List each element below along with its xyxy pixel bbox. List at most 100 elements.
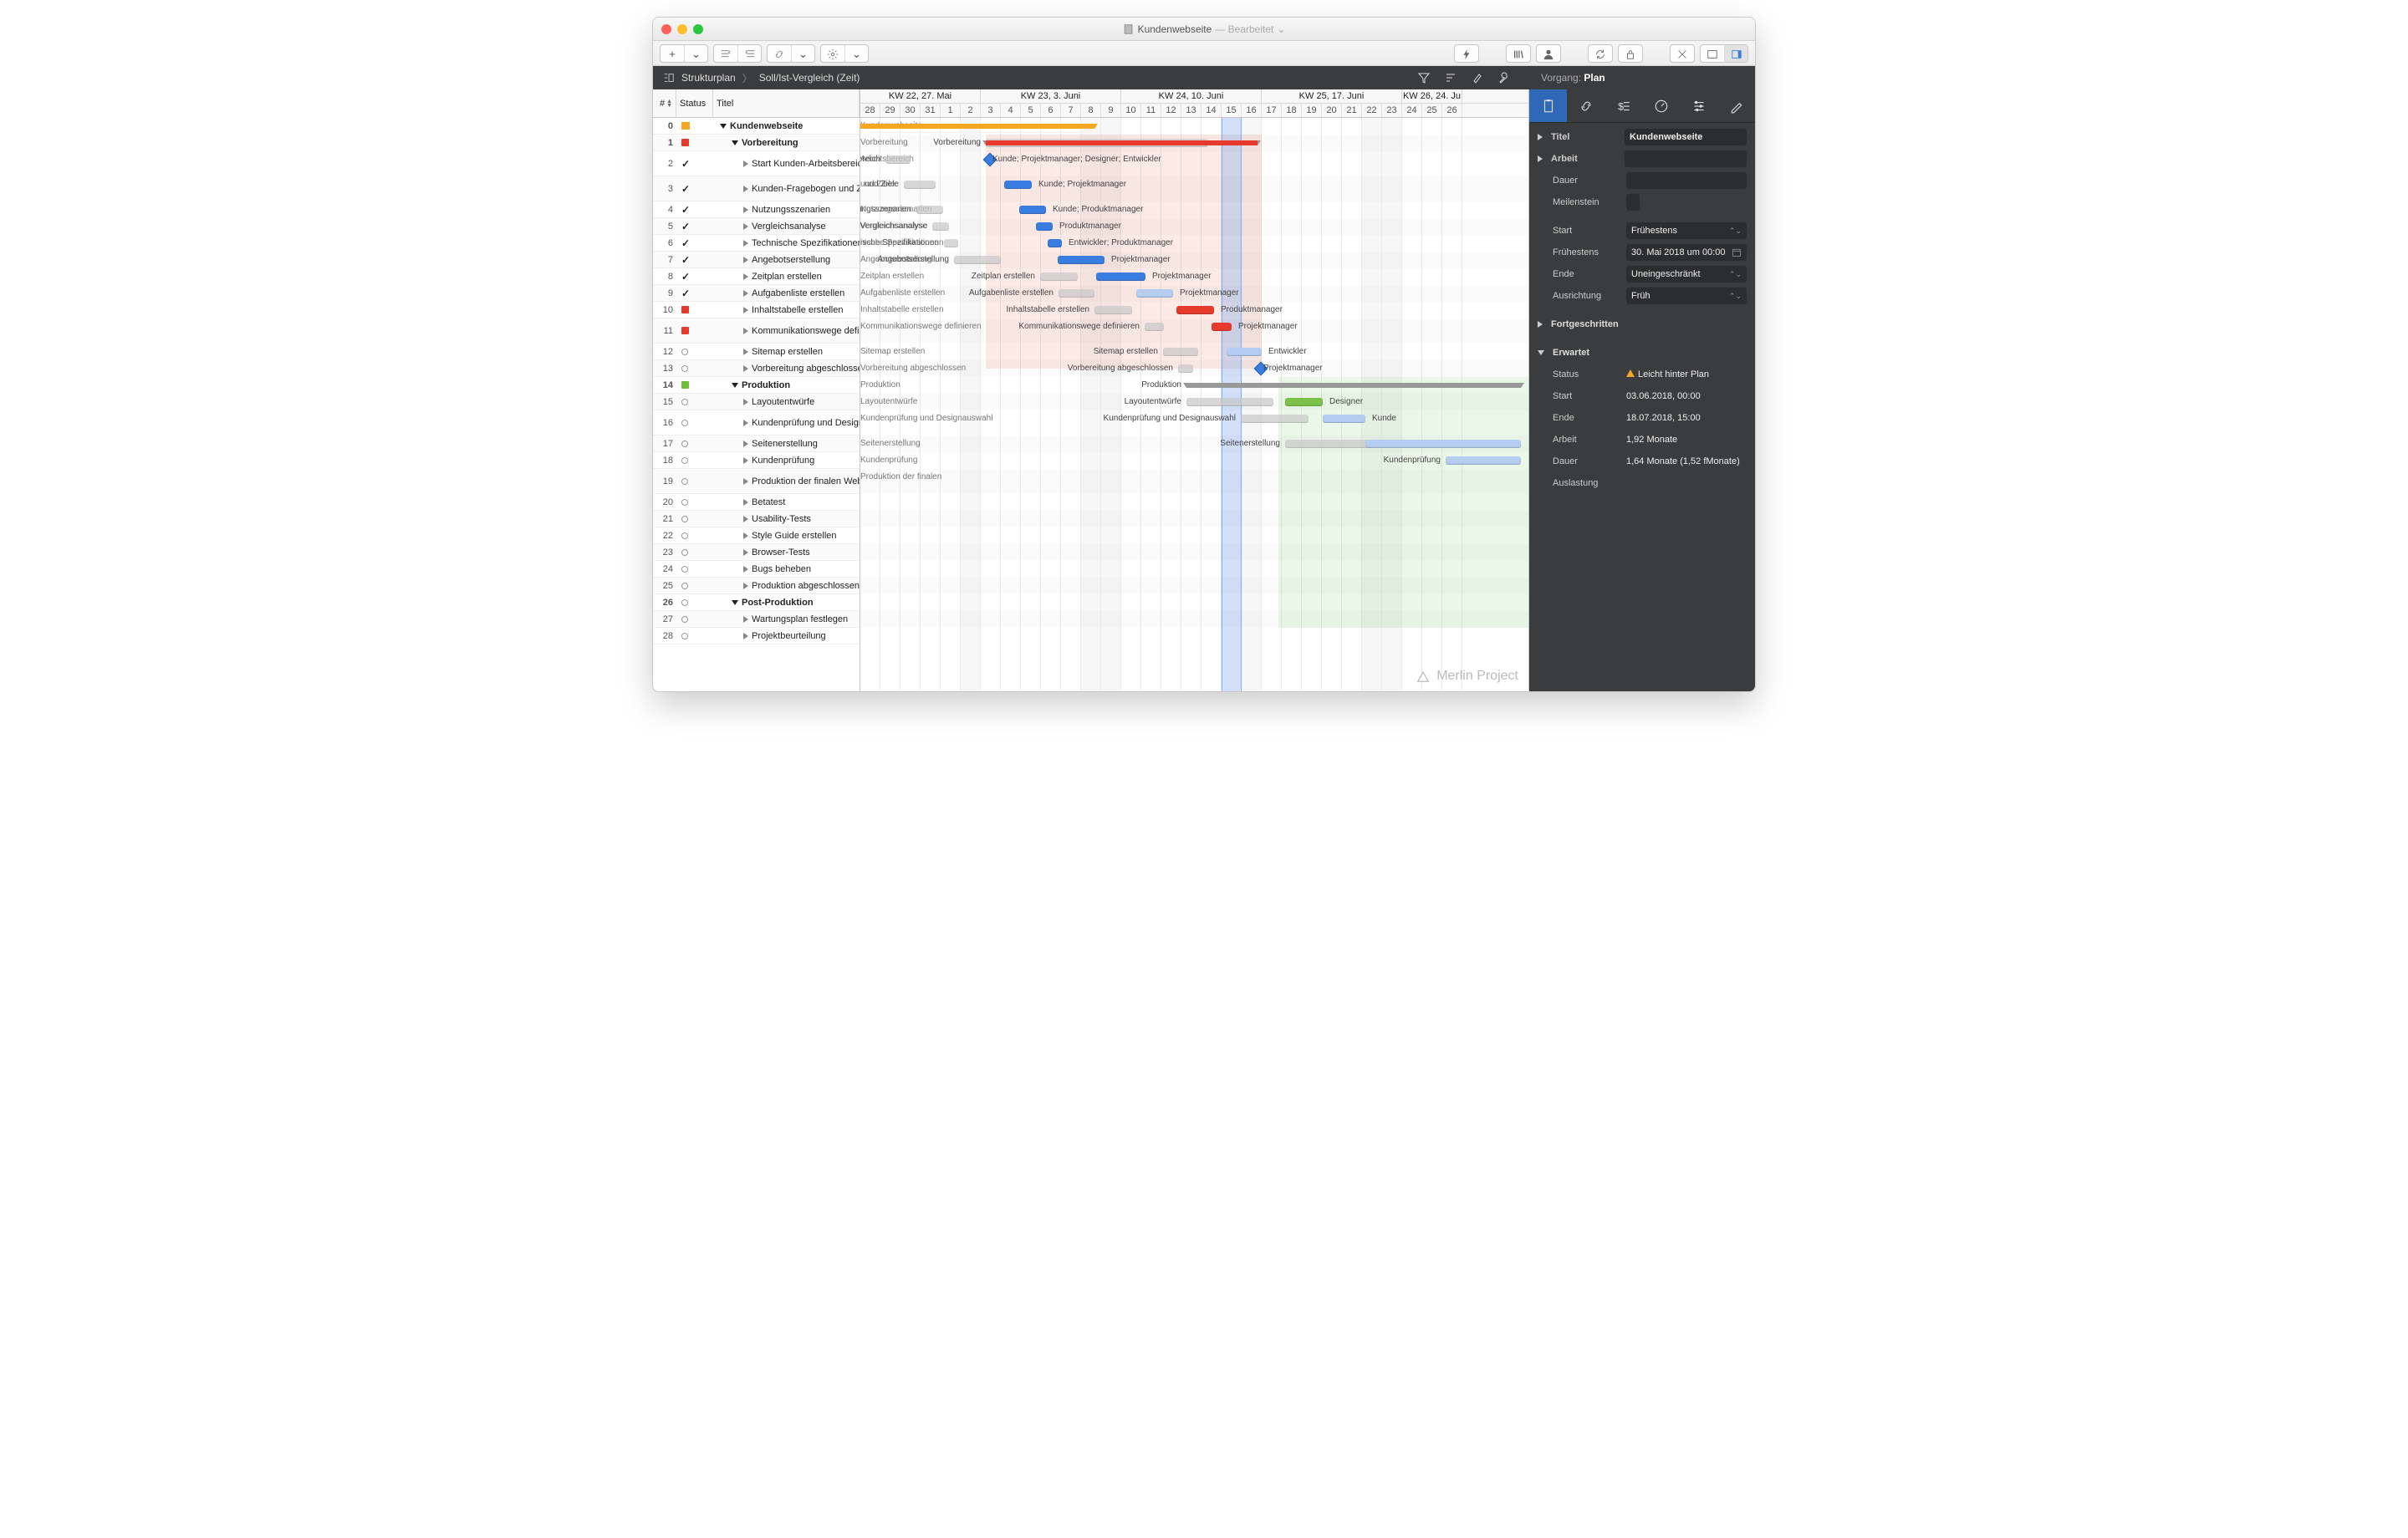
task-row[interactable]: 19Produktion der finalen Webseite xyxy=(653,469,860,494)
task-row[interactable]: 3✓Kunden-Fragebogen und Ziele xyxy=(653,176,860,201)
task-row[interactable]: 21Usability-Tests xyxy=(653,511,860,527)
inspector-title-field[interactable]: Kundenwebseite xyxy=(1625,129,1747,145)
sync-button[interactable] xyxy=(1589,45,1612,63)
gantt-row[interactable]: NutzungsszenarienNutzungsszenarienKunde;… xyxy=(860,201,1528,218)
row-title[interactable]: Aufgabenliste erstellen xyxy=(713,288,860,298)
task-bar[interactable] xyxy=(1446,456,1521,465)
gantt-row[interactable]: Sitemap erstellenSitemap erstellenEntwic… xyxy=(860,344,1528,360)
task-row[interactable]: 27Wartungsplan festlegen xyxy=(653,611,860,628)
task-row[interactable]: 1Vorbereitung xyxy=(653,135,860,151)
sort-icon[interactable] xyxy=(1444,71,1457,84)
task-row[interactable]: 14Produktion xyxy=(653,377,860,394)
column-header-num[interactable]: #▲▼ xyxy=(653,89,676,118)
highlight-icon[interactable] xyxy=(1471,71,1484,84)
gantt-row[interactable] xyxy=(860,494,1528,511)
row-title[interactable]: Kundenprüfung xyxy=(713,456,860,466)
breadcrumb-current[interactable]: Soll/Ist-Vergleich (Zeit) xyxy=(759,72,860,84)
row-title[interactable]: Layoutentwürfe xyxy=(713,397,860,407)
row-title[interactable]: Bugs beheben xyxy=(713,564,860,574)
gantt-row[interactable] xyxy=(860,578,1528,594)
row-title[interactable]: Kunden-Fragebogen und Ziele xyxy=(713,184,860,194)
row-title[interactable]: Inhaltstabelle erstellen xyxy=(713,305,860,315)
task-outline[interactable]: 0Kundenwebseite1Vorbereitung2✓Start Kund… xyxy=(653,118,860,691)
task-row[interactable]: 8✓Zeitplan erstellen xyxy=(653,268,860,285)
task-row[interactable]: 20Betatest xyxy=(653,494,860,511)
gantt-row[interactable]: Produktion der finalenProduktion der fin… xyxy=(860,469,1528,494)
gantt-row[interactable]: Aufgabenliste erstellenAufgabenliste ers… xyxy=(860,285,1528,302)
lock-button[interactable] xyxy=(1619,45,1642,63)
task-row[interactable]: 5✓Vergleichsanalyse xyxy=(653,218,860,235)
inspector-start-select[interactable]: Frühestens⌃⌄ xyxy=(1626,222,1747,239)
disclosure-triangle-icon[interactable] xyxy=(732,383,738,388)
row-title[interactable]: Produktion der finalen Webseite xyxy=(713,476,860,486)
gantt-row[interactable]: Inhaltstabelle erstellenInhaltstabelle e… xyxy=(860,302,1528,318)
task-bar[interactable] xyxy=(1019,206,1046,214)
gantt-row[interactable]: KundenprüfungKundenprüfung xyxy=(860,452,1528,469)
inspector-alignment-select[interactable]: Früh⌃⌄ xyxy=(1626,288,1747,304)
add-button[interactable]: + xyxy=(661,45,684,63)
inspector-section-title[interactable]: TitelKundenwebseite xyxy=(1529,126,1755,148)
row-title[interactable]: Browser-Tests xyxy=(713,547,860,558)
inspector-milestone-checkbox[interactable] xyxy=(1626,194,1640,211)
row-title[interactable]: Vorbereitung xyxy=(713,138,860,148)
task-bar[interactable] xyxy=(1227,348,1262,356)
gantt-row[interactable]: und Zieleund ZieleKunde; Projektmanager xyxy=(860,176,1528,201)
task-row[interactable]: 23Browser-Tests xyxy=(653,544,860,561)
gear-button[interactable] xyxy=(821,45,844,63)
row-title[interactable]: Style Guide erstellen xyxy=(713,531,860,541)
user-button[interactable] xyxy=(1537,45,1560,63)
row-title[interactable]: Kundenwebseite xyxy=(713,121,860,131)
gantt-row[interactable]: SeitenerstellungSeitenerstellung xyxy=(860,435,1528,452)
add-menu-button[interactable]: ⌄ xyxy=(684,45,707,63)
wrench-icon[interactable] xyxy=(1497,71,1511,84)
gantt-row[interactable]: VorbereitungVorbereitung xyxy=(860,135,1528,151)
task-bar[interactable] xyxy=(1004,181,1032,189)
row-title[interactable]: Kundenprüfung und Designauswahl xyxy=(713,418,860,428)
gantt-row[interactable]: LayoutentwürfeLayoutentwürfeDesigner xyxy=(860,394,1528,410)
column-header-title[interactable]: Titel xyxy=(713,89,860,118)
row-title[interactable]: Angebotserstellung xyxy=(713,255,860,265)
task-row[interactable]: 9✓Aufgabenliste erstellen xyxy=(653,285,860,302)
row-title[interactable]: Nutzungsszenarien xyxy=(713,205,860,215)
row-title[interactable]: Zeitplan erstellen xyxy=(713,272,860,282)
task-row[interactable]: 22Style Guide erstellen xyxy=(653,527,860,544)
breadcrumb-root[interactable]: Strukturplan xyxy=(681,72,736,84)
disclosure-triangle-icon[interactable] xyxy=(732,140,738,145)
gantt-timeline[interactable]: KundenwebseiteKundenwebseiteVorbereitung… xyxy=(860,118,1528,691)
row-title[interactable]: Seitenerstellung xyxy=(713,439,860,449)
inspector-tab-resources[interactable] xyxy=(1680,89,1717,122)
row-title[interactable]: Betatest xyxy=(713,497,860,507)
task-row[interactable]: 24Bugs beheben xyxy=(653,561,860,578)
task-bar[interactable] xyxy=(1048,239,1062,247)
inspector-section-expected[interactable]: Erwartet xyxy=(1529,342,1755,364)
library-button[interactable] xyxy=(1507,45,1530,63)
link-button[interactable] xyxy=(768,45,791,63)
inspector-duration-field[interactable] xyxy=(1626,172,1747,189)
task-bar[interactable] xyxy=(1176,306,1214,314)
task-row[interactable]: 15Layoutentwürfe xyxy=(653,394,860,410)
inspector-section-advanced[interactable]: Fortgeschritten xyxy=(1529,313,1755,335)
gantt-row[interactable]: Zeitplan erstellenZeitplan erstellenProj… xyxy=(860,268,1528,285)
gantt-row[interactable]: KundenwebseiteKundenwebseite xyxy=(860,118,1528,135)
gantt-row[interactable] xyxy=(860,527,1528,544)
bolt-button[interactable] xyxy=(1455,45,1478,63)
task-row[interactable]: 2✓Start Kunden-Arbeitsbereich xyxy=(653,151,860,176)
gantt-row[interactable]: ProduktionProduktion xyxy=(860,377,1528,394)
gantt-row[interactable] xyxy=(860,561,1528,578)
task-row[interactable]: 12Sitemap erstellen xyxy=(653,344,860,360)
row-title[interactable]: Vergleichsanalyse xyxy=(713,222,860,232)
gantt-row[interactable]: Kommunikationswege definierenKommunikati… xyxy=(860,318,1528,344)
task-row[interactable]: 10Inhaltstabelle erstellen xyxy=(653,302,860,318)
row-title[interactable]: Produktion xyxy=(713,380,860,390)
gantt-row[interactable]: AngebotserstellungAngebotserstellungProj… xyxy=(860,252,1528,268)
inspector-section-work[interactable]: Arbeit xyxy=(1529,148,1755,170)
task-row[interactable]: 13Vorbereitung abgeschlossen xyxy=(653,360,860,377)
task-row[interactable]: 18Kundenprüfung xyxy=(653,452,860,469)
task-bar[interactable] xyxy=(1036,222,1053,231)
link-menu-button[interactable]: ⌄ xyxy=(791,45,814,63)
row-title[interactable]: Vorbereitung abgeschlossen xyxy=(713,364,860,374)
task-bar[interactable] xyxy=(1365,440,1521,448)
task-bar[interactable] xyxy=(1136,289,1173,298)
gantt-row[interactable]: Vorbereitung abgeschlossenVorbereitung a… xyxy=(860,360,1528,377)
row-title[interactable]: Usability-Tests xyxy=(713,514,860,524)
